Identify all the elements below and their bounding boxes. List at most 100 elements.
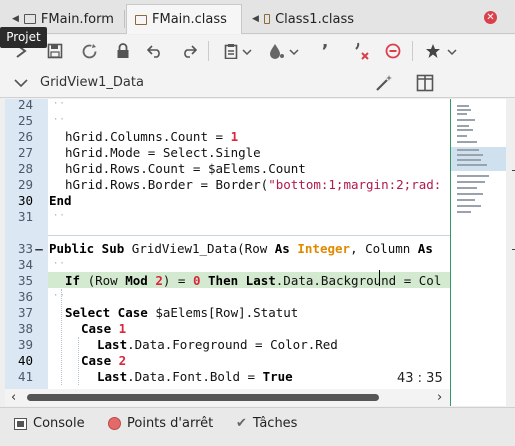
form-icon (23, 14, 36, 24)
empty-line-marker: ·· (53, 211, 66, 221)
code-keyword: As (417, 241, 433, 256)
code-keyword: As (274, 241, 290, 256)
chevron-right-icon: ◀ (252, 14, 259, 24)
tab-label: FMain.form (40, 11, 114, 27)
minimap-line (457, 193, 483, 195)
code-number: 2 (118, 353, 127, 368)
minimap-line (457, 105, 469, 107)
code-editor[interactable]: 24 25 26 27 28 29 30 31 33 34 35 36 37 3… (5, 99, 450, 389)
minimap-line (457, 187, 477, 189)
code-keyword: Last (245, 273, 276, 288)
window-edge (506, 99, 515, 406)
tasks-label: Tâches (252, 416, 298, 431)
line-number: 41 (17, 369, 33, 384)
code-line-40: Case 2 (81, 353, 126, 368)
line-number: 33 (17, 241, 33, 256)
code-keyword: True (262, 369, 293, 384)
code-keyword: If (65, 273, 81, 288)
toolbar-divider (208, 41, 209, 61)
code-text: .Data.Background = Col (275, 273, 442, 288)
code-keyword: Case (81, 353, 112, 368)
code-type: Integer (297, 241, 351, 256)
split-view-icon[interactable] (416, 74, 434, 96)
line-number: 29 (17, 177, 33, 192)
code-keyword: Select Case (65, 305, 148, 320)
line-number: 28 (17, 161, 33, 176)
line-number: 31 (17, 209, 33, 224)
code-text: ) = (162, 273, 193, 288)
code-number: 0 (192, 273, 201, 288)
minimap-line (457, 125, 469, 127)
horizontal-scrollbar[interactable]: ‹ › (5, 389, 450, 406)
code-number: 1 (230, 129, 239, 144)
editor-toolbar: ’ (0, 35, 515, 67)
code-text: (Row (80, 273, 126, 288)
code-keyword: Last (97, 369, 128, 384)
scrollbar-thumb[interactable] (27, 394, 379, 401)
method-selector[interactable]: GridView1_Data (40, 75, 144, 90)
minimap-line (457, 154, 483, 156)
breakpoint-icon (108, 417, 121, 430)
lock-icon[interactable] (114, 41, 132, 61)
bookmark-menu-icon[interactable] (424, 41, 460, 61)
tab-class1-class[interactable]: ◀ Class1.class (244, 4, 362, 34)
clipboard-menu-icon[interactable] (222, 41, 256, 61)
code-minimap[interactable] (451, 99, 506, 406)
minimap-line (457, 164, 487, 166)
tasks-button[interactable]: ✔ Tâches (236, 416, 297, 431)
code-line-35: If (Row Mod 2) = 0 Then Last.Data.Backgr… (65, 273, 441, 288)
line-number: 25 (17, 113, 33, 128)
class-file-icon (263, 14, 271, 24)
chevron-down-icon[interactable] (14, 77, 28, 92)
line-number: 30 (17, 193, 33, 208)
tab-label: FMain.class (152, 12, 227, 27)
code-text: hGrid.Rows.Border = Border( (65, 177, 269, 192)
code-number: 1 (118, 321, 127, 336)
line-number: 39 (17, 337, 33, 352)
reload-icon[interactable] (80, 41, 98, 61)
fold-toggle-icon[interactable]: – (33, 241, 45, 256)
toolbar-divider (412, 41, 413, 61)
close-tab-icon[interactable]: ✕ (484, 11, 497, 24)
minimap-line (457, 175, 489, 177)
tooltip: Projet (0, 27, 47, 48)
line-number: 34 (17, 257, 33, 272)
empty-line-marker: ·· (53, 259, 66, 269)
line-number: 37 (17, 305, 33, 320)
minimap-line (457, 159, 481, 161)
tab-divider (124, 10, 125, 28)
color-menu-icon[interactable] (266, 41, 302, 61)
minimap-line (457, 181, 485, 183)
breakpoints-button[interactable]: Points d'arrêt (108, 416, 213, 431)
code-text: $aElems[Row].Statut (147, 305, 299, 320)
console-label: Console (33, 416, 85, 431)
procedure-separator (48, 235, 450, 236)
code-line-38: Case 1 (81, 321, 126, 336)
scroll-left-icon[interactable]: ‹ (11, 390, 16, 405)
line-number: 35 (17, 273, 33, 288)
code-text: GridView1_Data(Row (124, 241, 275, 256)
minimap-line (457, 135, 467, 137)
save-icon[interactable] (46, 41, 64, 61)
undo-icon[interactable] (146, 41, 164, 61)
minimap-line (457, 205, 481, 207)
tab-fmain-class[interactable]: FMain.class (126, 4, 242, 34)
text-cursor (379, 270, 380, 286)
code-keyword: Last (97, 337, 128, 352)
code-line-33: Public Sub GridView1_Data(Row As Integer… (49, 241, 433, 256)
code-line-37: Select Case $aElems[Row].Statut (65, 305, 298, 320)
uncomment-icon[interactable] (352, 41, 372, 61)
magic-wand-icon[interactable] (375, 74, 393, 96)
blank-area (48, 223, 450, 235)
console-icon (14, 417, 27, 430)
console-button[interactable]: Console (14, 416, 85, 431)
line-number: 36 (17, 289, 33, 304)
indent-guide (78, 337, 79, 385)
code-number: 2 (155, 273, 163, 288)
comment-icon[interactable]: ’ (318, 41, 332, 62)
minimap-line (457, 109, 471, 111)
scroll-right-icon[interactable]: › (437, 390, 442, 405)
minimap-line (457, 129, 473, 131)
stop-icon[interactable] (384, 41, 402, 61)
redo-icon[interactable] (180, 41, 198, 61)
